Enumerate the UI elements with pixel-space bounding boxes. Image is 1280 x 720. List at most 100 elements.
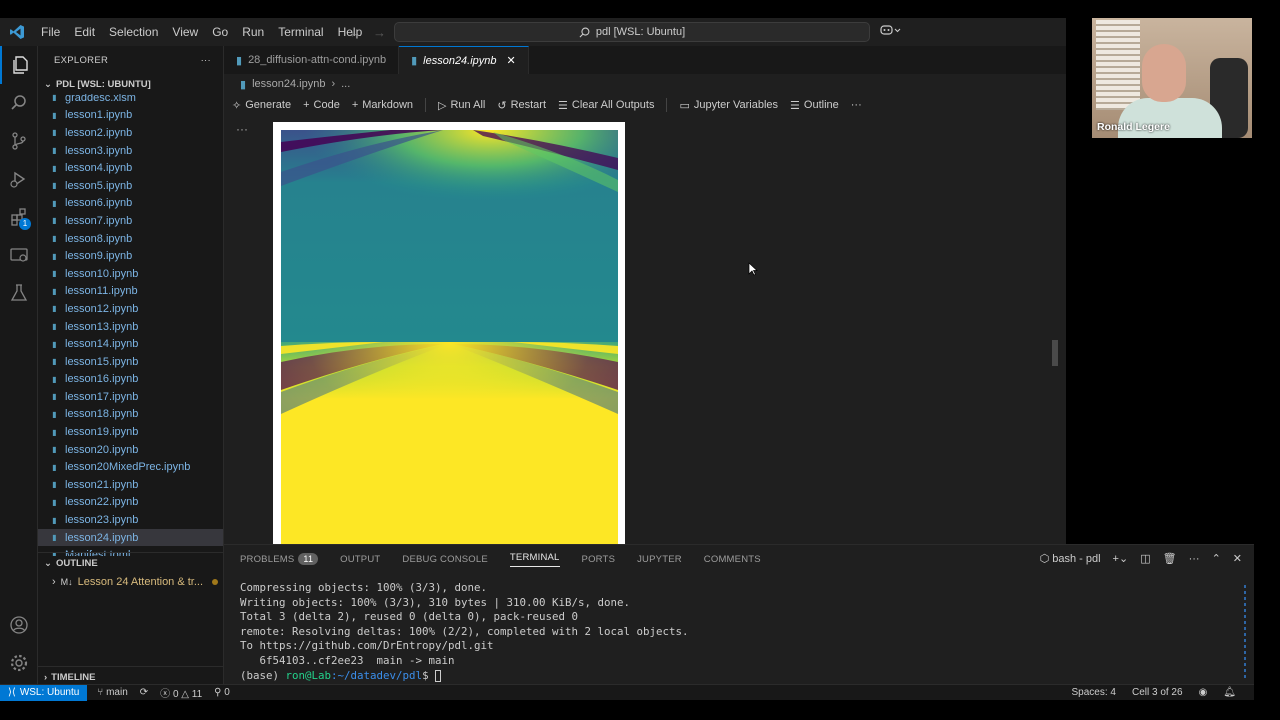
branch-indicator[interactable]: ⑂ main	[97, 687, 127, 698]
editor-scrollbar[interactable]	[1052, 340, 1058, 366]
back-arrow-icon[interactable]: ←	[348, 25, 361, 40]
menu-terminal[interactable]: Terminal	[271, 18, 330, 46]
file-item[interactable]: ▮ lesson7.ipynb	[38, 212, 223, 230]
file-item[interactable]: ▮ lesson22.ipynb	[38, 494, 223, 512]
tab-ports[interactable]: PORTS	[582, 554, 616, 565]
restart-button[interactable]: ↺ Restart	[497, 99, 546, 112]
file-item[interactable]: ▮ lesson4.ipynb	[38, 159, 223, 177]
testing-icon[interactable]	[0, 274, 38, 312]
menu-edit[interactable]: Edit	[67, 18, 102, 46]
file-item[interactable]: ▮ lesson1.ipynb	[38, 107, 223, 125]
list-icon: ☰	[790, 99, 800, 112]
tab-terminal[interactable]: TERMINAL	[509, 552, 560, 567]
file-label: lesson21.ipynb	[65, 478, 139, 491]
file-item[interactable]: ▮ lesson9.ipynb	[38, 247, 223, 265]
file-item[interactable]: ▮ lesson11.ipynb	[38, 283, 223, 301]
file-item[interactable]: ▮ lesson21.ipynb	[38, 476, 223, 494]
file-item[interactable]: ▮ lesson6.ipynb	[38, 195, 223, 213]
file-item[interactable]: ▮ lesson8.ipynb	[38, 230, 223, 248]
indentation-indicator[interactable]: Spaces: 4	[1071, 687, 1115, 698]
copilot-icon[interactable]	[880, 24, 902, 39]
file-item[interactable]: ▮ lesson15.ipynb	[38, 353, 223, 371]
tab-diffusion-notebook[interactable]: ▮ 28_diffusion-attn-cond.ipynb	[224, 46, 400, 74]
cell-more-button[interactable]: ···	[236, 122, 248, 136]
more-actions-icon[interactable]: ···	[1189, 553, 1200, 565]
close-icon[interactable]: ✕	[507, 54, 516, 67]
variables-icon: ▭	[679, 99, 690, 112]
file-item[interactable]: ▮ lesson24.ipynb	[38, 528, 223, 547]
file-item[interactable]: ▮ lesson18.ipynb	[38, 406, 223, 424]
file-item[interactable]: ▮ lesson2.ipynb	[38, 124, 223, 142]
source-control-icon[interactable]	[0, 122, 38, 160]
tab-lesson24[interactable]: ▮ lesson24.ipynb ✕	[399, 46, 529, 74]
file-item[interactable]: ▮ lesson14.ipynb	[38, 335, 223, 353]
outline-header[interactable]: ⌄ OUTLINE	[38, 553, 224, 573]
add-markdown-button[interactable]: + Markdown	[352, 99, 413, 111]
breadcrumb-rest[interactable]: ...	[341, 78, 350, 90]
file-item[interactable]: ▮ lesson13.ipynb	[38, 318, 223, 336]
close-panel-icon[interactable]: ✕	[1233, 552, 1242, 565]
accounts-icon[interactable]	[0, 606, 38, 644]
ports-indicator[interactable]: ⚲ 0	[214, 687, 230, 698]
file-item[interactable]: ▮ lesson19.ipynb	[38, 423, 223, 441]
search-icon[interactable]	[0, 84, 38, 122]
trash-icon[interactable]: 🗑	[1163, 552, 1177, 565]
remote-explorer-icon[interactable]	[0, 236, 38, 274]
sparkle-icon: ✧	[232, 99, 242, 112]
terminal-line: To https://github.com/DrEntropy/pdl.git	[240, 639, 494, 653]
tab-debug-console[interactable]: DEBUG CONSOLE	[402, 554, 487, 565]
file-item[interactable]: ▮ lesson12.ipynb	[38, 300, 223, 318]
tab-output[interactable]: OUTPUT	[340, 554, 380, 565]
sync-icon[interactable]: ⟳	[140, 687, 148, 698]
explorer-icon[interactable]	[0, 46, 38, 84]
tab-problems[interactable]: PROBLEMS 11	[240, 552, 319, 565]
notebook-file-icon: ▮	[52, 322, 57, 332]
tab-jupyter[interactable]: JUPYTER	[637, 554, 682, 565]
terminal-shell-selector[interactable]: ⬡ bash - pdl	[1040, 552, 1101, 565]
menu-run[interactable]: Run	[235, 18, 271, 46]
file-item[interactable]: ▮ lesson17.ipynb	[38, 388, 223, 406]
problems-indicator[interactable]: ⓧ 0 △ 11	[160, 685, 202, 700]
command-center[interactable]: pdl [WSL: Ubuntu]	[394, 22, 870, 42]
ports-count: 0	[224, 687, 230, 698]
menu-go[interactable]: Go	[205, 18, 235, 46]
toolbar-more-button[interactable]: ···	[851, 99, 862, 111]
file-item[interactable]: ▮ lesson20MixedPrec.ipynb	[38, 458, 223, 476]
menu-file[interactable]: File	[34, 18, 67, 46]
file-item[interactable]: ▮ graddesc.xlsm	[38, 94, 223, 107]
clear-outputs-button[interactable]: ☰ Clear All Outputs	[558, 99, 654, 112]
explorer-root-section[interactable]: ⌄ PDL [WSL: UBUNTU]	[38, 74, 223, 94]
extensions-icon[interactable]: 1	[0, 198, 38, 236]
terminal-output[interactable]: Compressing objects: 100% (3/3), done. Wr…	[224, 573, 1254, 683]
outline-button[interactable]: ☰ Outline	[790, 99, 839, 112]
menu-view[interactable]: View	[165, 18, 205, 46]
chevron-down-icon: ⌄	[44, 557, 52, 569]
run-all-button[interactable]: ▷ Run All	[438, 99, 485, 112]
file-item[interactable]: ▮ lesson23.ipynb	[38, 511, 223, 529]
file-item[interactable]: ▮ lesson5.ipynb	[38, 177, 223, 195]
generate-button[interactable]: ✧ Generate	[232, 99, 291, 112]
explorer-more-button[interactable]: ···	[201, 55, 211, 66]
copilot-status-icon[interactable]: ◉	[1199, 687, 1208, 698]
maximize-panel-icon[interactable]: ⌃	[1212, 552, 1221, 565]
file-item[interactable]: ▮ lesson16.ipynb	[38, 371, 223, 389]
file-label: lesson3.ipynb	[65, 144, 133, 157]
menu-selection[interactable]: Selection	[102, 18, 165, 46]
run-debug-icon[interactable]	[0, 160, 38, 198]
file-item[interactable]: ▮ lesson3.ipynb	[38, 142, 223, 160]
outline-item[interactable]: › M↓ Lesson 24 Attention & tr...	[38, 573, 224, 591]
file-item[interactable]: ▮ lesson20.ipynb	[38, 441, 223, 459]
new-terminal-icon[interactable]: +⌄	[1113, 552, 1129, 565]
file-item[interactable]: ▮ lesson10.ipynb	[38, 265, 223, 283]
breadcrumb-file[interactable]: lesson24.ipynb	[252, 78, 325, 90]
file-label: lesson16.ipynb	[65, 373, 139, 386]
forward-arrow-icon[interactable]: →	[373, 25, 386, 40]
notifications-bell-icon[interactable]: 🔔︎	[1223, 687, 1236, 698]
cell-indicator[interactable]: Cell 3 of 26	[1132, 687, 1183, 698]
tab-comments[interactable]: COMMENTS	[704, 554, 761, 565]
jupyter-variables-button[interactable]: ▭ Jupyter Variables	[679, 99, 778, 112]
remote-indicator[interactable]: ⟩⟨ WSL: Ubuntu	[0, 684, 88, 701]
add-code-button[interactable]: + Code	[303, 99, 340, 111]
settings-gear-icon[interactable]	[0, 644, 38, 682]
split-terminal-icon[interactable]: ◫	[1140, 552, 1150, 565]
